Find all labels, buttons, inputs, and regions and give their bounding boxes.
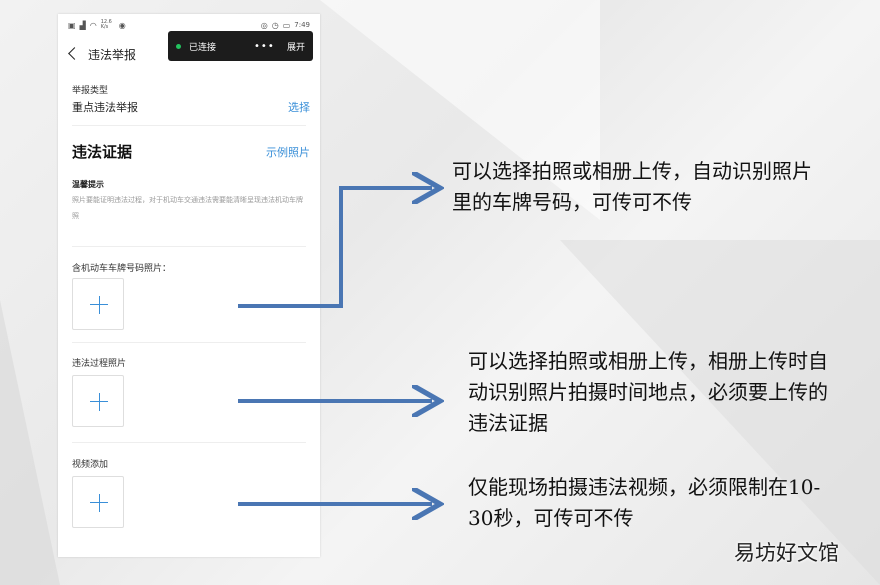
arrow-1 bbox=[238, 188, 432, 308]
annotation-3: 仅能现场拍摄违法视频，必须限制在10-30秒，可传可不传 bbox=[468, 475, 821, 530]
annotation-2: 可以选择拍照或相册上传，相册上传时自动识别照片拍摄时间地点，必须要上传的违法证据 bbox=[468, 349, 828, 435]
watermark: 易坊好文馆 bbox=[734, 541, 839, 565]
annotation-1: 可以选择拍照或相册上传，自动识别照片里的车牌号码，可传可不传 bbox=[452, 159, 812, 214]
